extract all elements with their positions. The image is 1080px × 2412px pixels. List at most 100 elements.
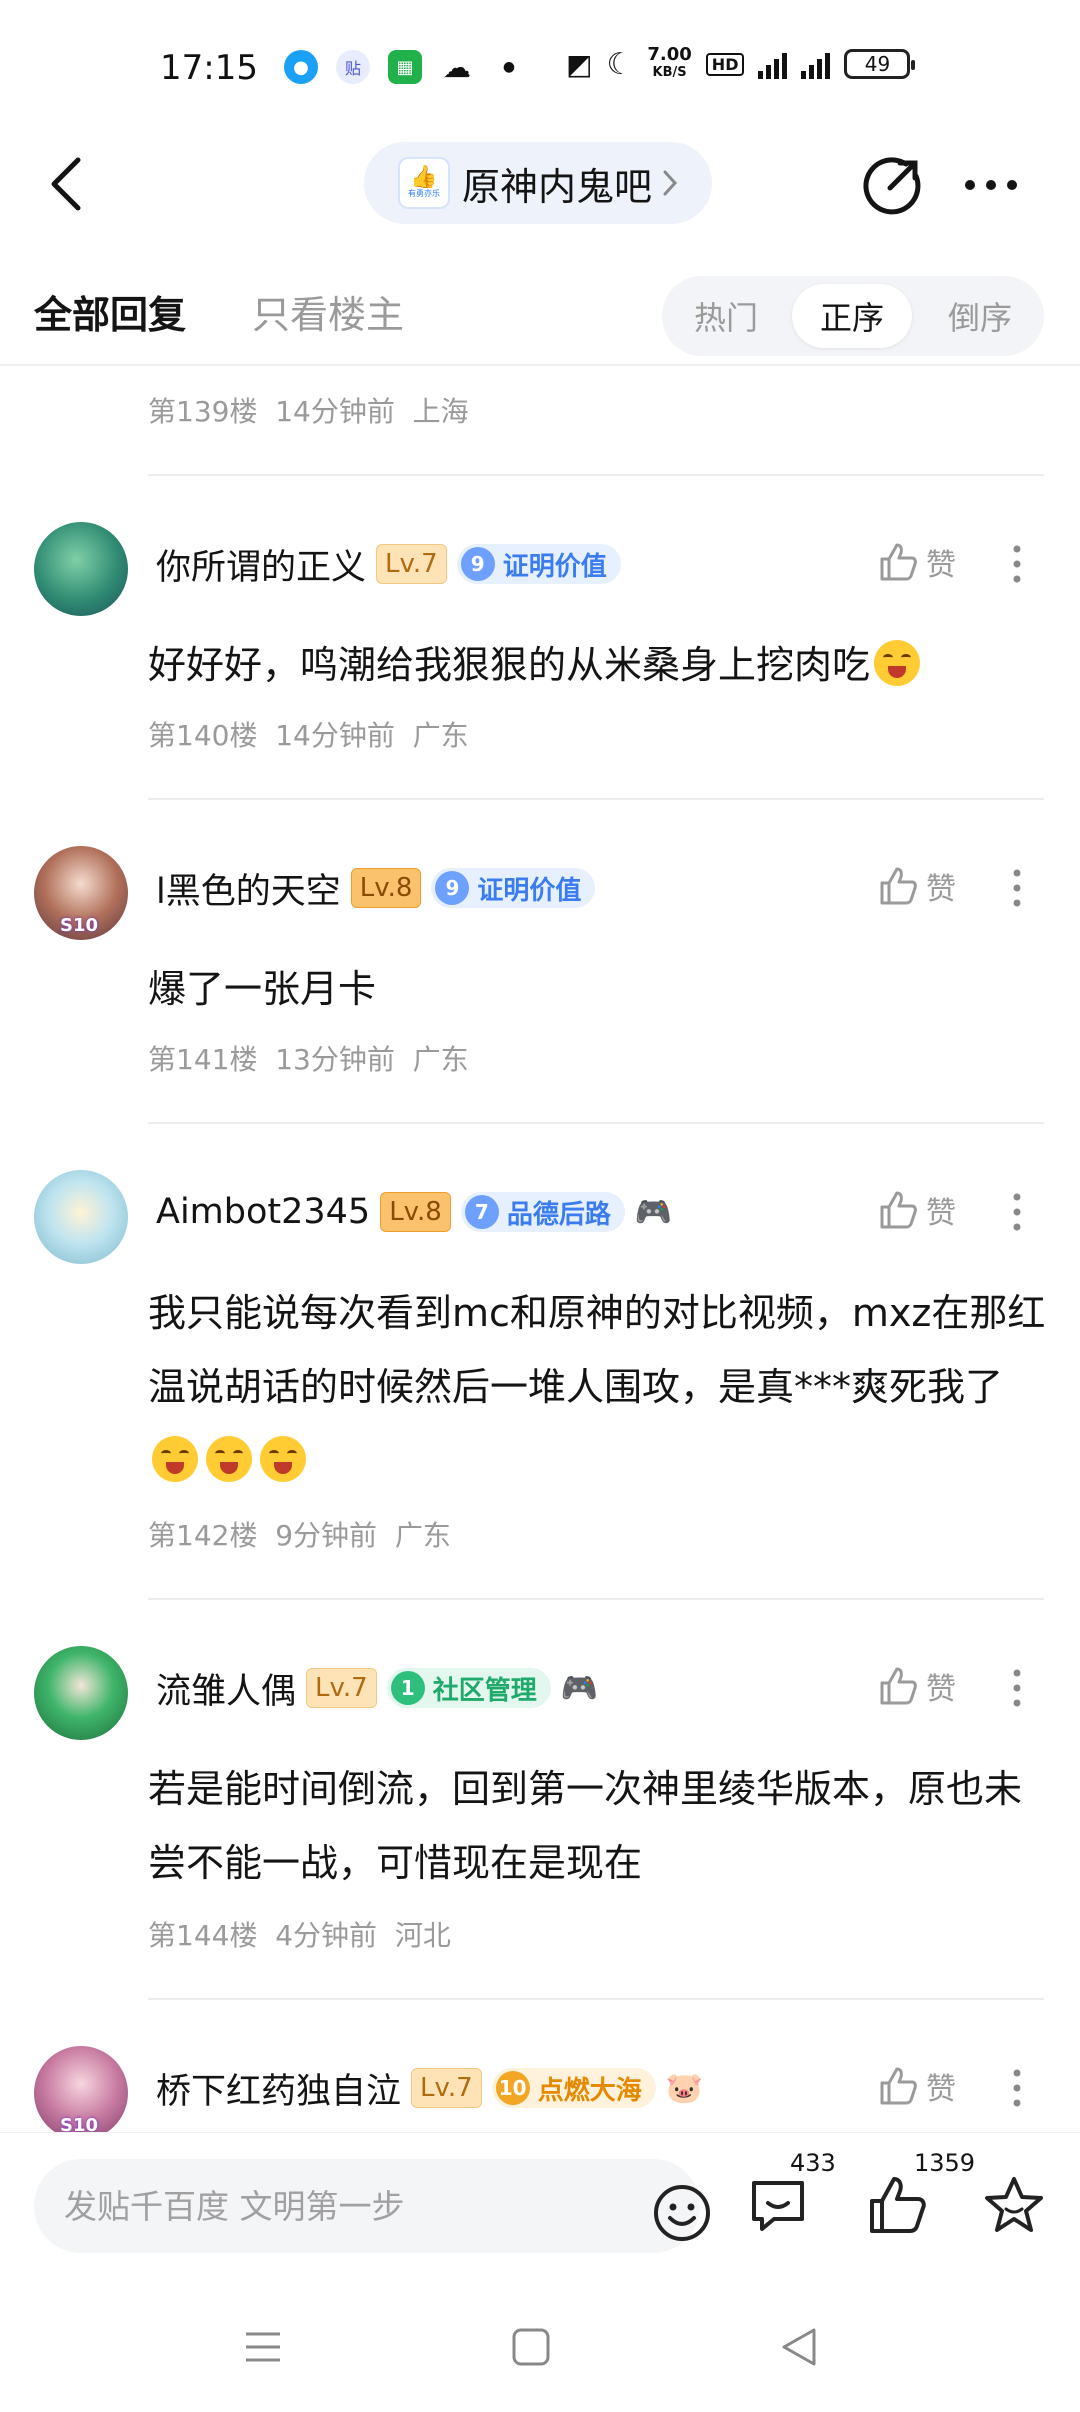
emoji-picker-icon[interactable] [652, 2183, 712, 2243]
badge-label: 品德后路 [506, 1199, 611, 1230]
reply-tabs: 全部回复 只看楼主 热门 正序 倒序 [0, 260, 1080, 364]
honor-badge: 9 证明价值 [456, 544, 621, 584]
compose-bar: 433 1359 [0, 2132, 1080, 2280]
badge-label: 证明价值 [502, 551, 607, 582]
notification-icons: ● 贴 ▦ ☁ ● [284, 50, 526, 84]
forum-logo-text: 有勇亦乐 [408, 189, 440, 198]
tieba-icon: 贴 [336, 50, 370, 84]
like-button[interactable]: 赞 [878, 1664, 956, 1708]
comment-icon[interactable] [746, 2173, 810, 2237]
kebab-menu-icon[interactable] [1012, 868, 1022, 908]
star-icon[interactable] [982, 2173, 1046, 2237]
badge-label: 证明价值 [477, 875, 582, 906]
sort-hot[interactable]: 热门 [666, 284, 786, 348]
battery-level: 49 [864, 52, 891, 76]
battery-icon: 49 [844, 49, 916, 79]
divider [148, 1122, 1044, 1124]
share-icon[interactable] [862, 154, 924, 216]
avatar[interactable]: S10 [34, 2046, 128, 2132]
like-label: 赞 [926, 548, 956, 583]
emoji-icon [874, 640, 921, 686]
like-button[interactable]: 赞 [878, 2064, 956, 2108]
sort-descending[interactable]: 倒序 [920, 284, 1040, 348]
reply-content: 好好好，鸣潮给我狠狠的从米桑身上挖肉吃 [148, 628, 1048, 702]
system-indicators: ◩ ☾ 7.00 KB/S HD 49 [566, 46, 916, 82]
badge-label: 社区管理 [432, 1675, 537, 1706]
moon-icon: ☾ [606, 46, 634, 82]
tab-all-replies[interactable]: 全部回复 [34, 284, 186, 339]
reply-text: 我只能说每次看到mc和原神的对比视频，mxz在那红温说胡话的时候然后一堆人围攻，… [148, 1291, 1046, 1409]
more-icon[interactable] [962, 170, 1020, 200]
floor-meta: 第142楼 9分钟前 广东 [148, 1519, 451, 1552]
like-label: 赞 [926, 1196, 956, 1231]
divider [148, 474, 1044, 476]
level-badge: Lv.8 [380, 1192, 451, 1232]
kebab-menu-icon[interactable] [1012, 2068, 1022, 2108]
kebab-menu-icon[interactable] [1012, 1192, 1022, 1232]
like-label: 赞 [926, 1672, 956, 1707]
back-triangle-icon[interactable] [776, 2324, 822, 2370]
sort-segmented-control: 热门 正序 倒序 [662, 276, 1044, 356]
system-nav-bar [0, 2280, 1080, 2412]
emoji-icon [206, 1436, 252, 1482]
honor-badge: 1 社区管理 [386, 1668, 551, 1708]
kebab-menu-icon[interactable] [1012, 544, 1022, 584]
username[interactable]: 桥下红药独自泣 [156, 2063, 401, 2114]
net-speed-unit: KB/S [652, 65, 687, 80]
username[interactable]: l黑色的天空 [156, 863, 341, 914]
like-button[interactable]: 赞 [878, 864, 956, 908]
home-icon[interactable] [508, 2324, 554, 2370]
username[interactable]: 流雏人偶 [156, 1663, 296, 1714]
avatar[interactable] [34, 1646, 128, 1740]
honor-badge: 10 点燃大海 [491, 2068, 656, 2108]
user-row: 桥下红药独自泣 Lv.7 10 点燃大海 🐷 [156, 2066, 703, 2112]
thumb-up-icon [880, 1191, 917, 1229]
back-arrow-icon[interactable] [42, 154, 92, 214]
signal-5g-icon [758, 49, 788, 79]
net-speed-value: 7.00 [647, 44, 692, 65]
reply-content: 我只能说每次看到mc和原神的对比视频，mxz在那红温说胡话的时候然后一堆人围攻，… [148, 1276, 1048, 1498]
username[interactable]: Aimbot2345 [156, 1192, 370, 1232]
thumb-up-icon [880, 867, 917, 905]
status-bar: 17:15 ● 贴 ▦ ☁ ● ◩ ☾ 7.00 KB/S HD 49 [0, 0, 1080, 140]
top-nav-bar: 👍 有勇亦乐 原神内鬼吧 [0, 140, 1080, 230]
hd-icon: HD [705, 52, 745, 76]
forum-entry-button[interactable]: 👍 有勇亦乐 原神内鬼吧 [364, 142, 712, 224]
reply-input[interactable] [64, 2179, 584, 2233]
level-badge: Lv.8 [350, 868, 422, 908]
menu-icon[interactable] [240, 2324, 286, 2370]
avatar-frame-tag: S10 [60, 2115, 99, 2132]
floor-meta: 第139楼 14分钟前 上海 [148, 395, 469, 428]
net-speed: 7.00 KB/S [647, 46, 691, 82]
avatar[interactable] [34, 522, 128, 616]
like-button[interactable]: 赞 [878, 540, 956, 584]
honor-badge: 7 品德后路 [460, 1192, 625, 1232]
badge-number: 9 [460, 547, 495, 581]
gamepad-icon: 🎮 [634, 1194, 673, 1230]
avatar[interactable]: S10 [34, 846, 128, 940]
user-row: 你所谓的正义 Lv.7 9 证明价值 [156, 542, 621, 588]
divider [148, 798, 1044, 800]
reply-feed[interactable]: 第139楼 14分钟前 上海 你所谓的正义 Lv.7 9 证明价值 赞 好好好，… [0, 366, 1080, 2132]
level-badge: Lv.7 [411, 2068, 482, 2108]
like-button[interactable]: 赞 [878, 1188, 956, 1232]
thumb-up-icon: 👍 [410, 165, 438, 190]
badge-label: 点燃大海 [537, 2075, 642, 2106]
sort-ascending[interactable]: 正序 [792, 284, 912, 348]
thumb-up-icon [880, 2067, 917, 2105]
level-badge: Lv.7 [306, 1668, 377, 1708]
kebab-menu-icon[interactable] [1012, 1668, 1022, 1708]
like-icon[interactable] [866, 2173, 930, 2237]
reply-input-container[interactable] [34, 2159, 710, 2253]
signal-5g-icon-2 [801, 49, 831, 79]
divider [148, 1998, 1044, 2000]
emoji-icon [260, 1436, 306, 1482]
chevron-right-icon [663, 170, 678, 196]
user-row: 流雏人偶 Lv.7 1 社区管理 🎮 [156, 1666, 599, 1712]
tab-op-only[interactable]: 只看楼主 [252, 284, 404, 339]
gamepad-icon: 🎮 [560, 1670, 599, 1706]
username[interactable]: 你所谓的正义 [156, 539, 366, 590]
like-label: 赞 [926, 872, 956, 907]
avatar[interactable] [34, 1170, 128, 1264]
reply-text: 爆了一张月卡 [148, 967, 377, 1011]
